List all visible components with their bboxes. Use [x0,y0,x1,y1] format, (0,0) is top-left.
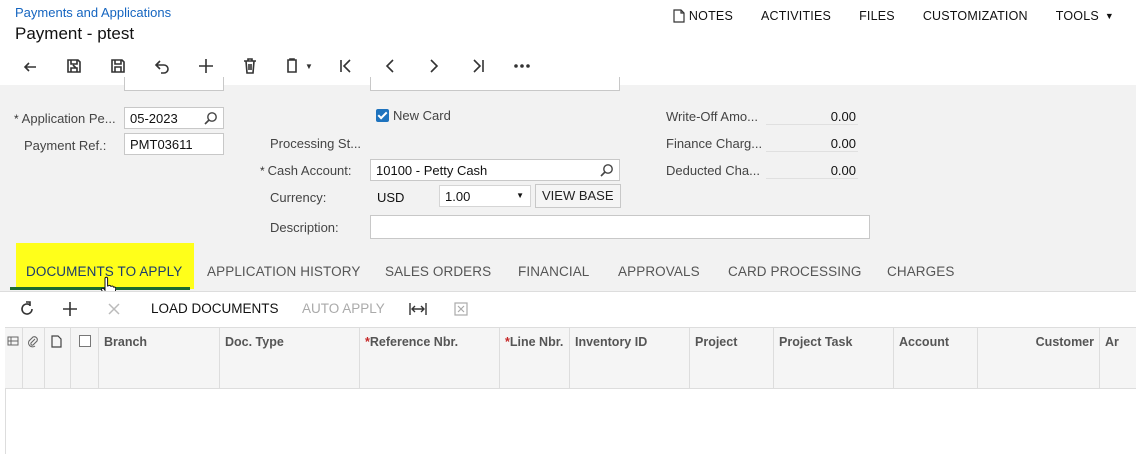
tab-approvals[interactable]: APPROVALS [618,264,700,279]
files-link[interactable]: FILES [845,9,909,23]
back-button[interactable] [8,52,52,80]
last-record-button[interactable] [456,52,500,80]
next-icon [430,59,439,73]
last-icon [473,59,484,73]
previous-record-button[interactable] [368,52,412,80]
col-note[interactable] [45,328,71,388]
delete-button[interactable] [228,52,272,80]
tab-financial[interactable]: FINANCIAL [518,264,589,279]
first-record-button[interactable] [324,52,368,80]
col-inventory-id[interactable]: Inventory ID [570,328,690,388]
next-record-button[interactable] [412,52,456,80]
finance-charges-value: 0.00 [766,136,858,152]
save-close-button[interactable] [52,52,96,80]
breadcrumb[interactable]: Payments and Applications [15,5,171,20]
copy-paste-button[interactable]: ▼ [272,52,324,80]
activities-link[interactable]: ACTIVITIES [747,9,845,23]
top-links: NOTES ACTIVITIES FILES CUSTOMIZATION TOO… [659,9,1128,23]
deducted-charges-value: 0.00 [766,163,858,179]
caret-down-icon: ▼ [305,61,313,71]
save-button[interactable] [96,52,140,80]
currency-value[interactable]: USD [377,190,404,205]
refresh-icon[interactable] [19,301,35,317]
write-off-amount-label: Write-Off Amo... [666,109,758,124]
col-partial[interactable]: Ar [1100,328,1136,388]
more-button[interactable] [500,52,544,80]
col-customer[interactable]: Customer [978,328,1100,388]
page-title: Payment - ptest [15,24,135,43]
previous-icon [385,59,394,73]
payment-ref-label: Payment Ref.: [24,138,107,153]
cash-account-label: Cash Account: [260,163,352,178]
export-excel-icon[interactable] [454,302,468,316]
caret-down-icon: ▼ [1104,11,1114,21]
undo-button[interactable] [140,52,184,80]
payment-ref-input[interactable]: PMT03611 [124,133,224,155]
grid-toolbar: LOAD DOCUMENTS AUTO APPLY [0,291,1136,327]
select-all-checkbox[interactable] [79,335,91,347]
currency-label: Currency: [270,190,327,205]
search-icon[interactable] [600,163,614,177]
caret-down-icon: ▼ [516,191,524,200]
tab-charges[interactable]: CHARGES [887,264,954,279]
more-icon [514,64,530,68]
new-card-label: New Card [393,108,451,123]
tools-menu[interactable]: TOOLS ▼ [1042,9,1128,23]
currency-rate-select[interactable]: 1.00 ▼ [439,185,531,207]
note-icon [51,335,62,348]
add-icon [199,59,213,73]
view-base-button[interactable]: VIEW BASE [535,184,621,208]
back-icon [23,62,36,72]
grid-body [5,389,1136,454]
hidden-field-top-left[interactable] [124,77,224,91]
tab-application-history[interactable]: APPLICATION HISTORY [207,264,360,279]
cash-account-input[interactable]: 10100 - Petty Cash [370,159,620,181]
save-close-icon [67,59,81,73]
hidden-field-top-mid[interactable] [370,77,620,91]
col-account[interactable]: Account [894,328,978,388]
col-branch[interactable]: Branch [99,328,220,388]
col-doc-type[interactable]: Doc. Type [220,328,360,388]
notes-icon [673,9,685,23]
add-row-icon[interactable] [62,301,78,317]
application-period-label: Application Pe... [14,111,116,126]
payment-form: Application Pe... 05-2023 Payment Ref.: … [0,77,1136,291]
tab-sales-orders[interactable]: SALES ORDERS [385,264,491,279]
save-icon [111,59,125,73]
page-header: Payments and Applications Payment - ptes… [0,0,1136,85]
row-selector-icon [7,336,19,346]
auto-apply-button[interactable]: AUTO APPLY [302,301,385,316]
tab-bar: DOCUMENTS TO APPLY APPLICATION HISTORY S… [0,243,1136,291]
col-reference-nbr[interactable]: *Reference Nbr. [360,328,500,388]
add-button[interactable] [184,52,228,80]
main-toolbar: ▼ [8,52,544,80]
search-icon[interactable] [204,111,218,125]
fit-columns-icon[interactable] [409,302,427,316]
col-line-nbr[interactable]: *Line Nbr. [500,328,570,388]
undo-icon [154,60,169,74]
customization-link[interactable]: CUSTOMIZATION [909,9,1042,23]
paperclip-icon [28,336,38,348]
new-card-checkbox[interactable] [376,109,389,122]
delete-row-icon[interactable] [107,302,121,316]
delete-icon [244,58,256,74]
col-select-all[interactable] [71,328,99,388]
notes-link[interactable]: NOTES [659,9,747,23]
grid-header: Branch Doc. Type *Reference Nbr. *Line N… [5,327,1136,389]
col-project[interactable]: Project [690,328,774,388]
tab-card-processing[interactable]: CARD PROCESSING [728,264,862,279]
col-project-task[interactable]: Project Task [774,328,894,388]
processing-status-label: Processing St... [270,136,362,151]
application-period-input[interactable]: 05-2023 [124,107,224,129]
description-input[interactable] [370,215,870,239]
first-icon [340,59,351,73]
load-documents-button[interactable]: LOAD DOCUMENTS [151,301,279,316]
col-row-selector[interactable] [5,328,23,388]
copy-paste-icon [287,58,297,73]
deducted-charges-label: Deducted Cha... [666,163,760,178]
col-attachment[interactable] [23,328,45,388]
description-label: Description: [270,220,339,235]
write-off-amount-value: 0.00 [766,109,858,125]
finance-charges-label: Finance Charg... [666,136,763,151]
